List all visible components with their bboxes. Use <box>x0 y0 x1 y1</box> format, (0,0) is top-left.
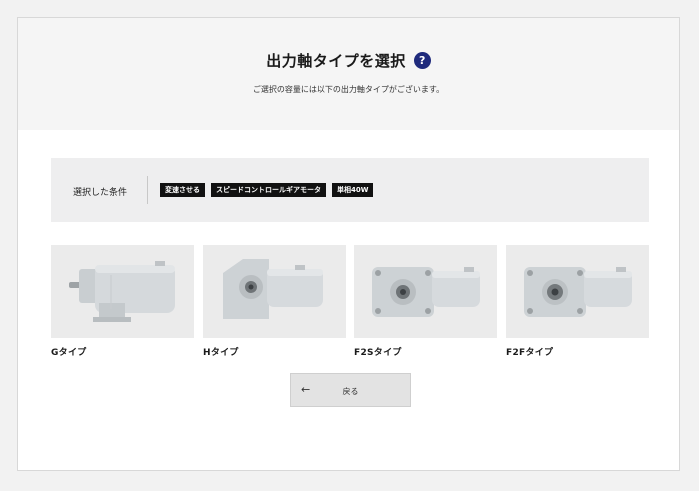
gearmotor-g-type-image <box>51 245 194 338</box>
shaft-type-label: Hタイプ <box>203 348 239 358</box>
shaft-type-card-f2f[interactable]: F2Fタイプ <box>506 245 649 358</box>
gearmotor-f2f-type-image <box>506 245 649 338</box>
conditions-label: 選択した条件 <box>73 188 128 198</box>
title-row: 出力軸タイプを選択 ? <box>18 50 679 71</box>
shaft-type-label: F2Fタイプ <box>506 348 554 358</box>
gearmotor-h-type-image <box>203 245 346 338</box>
modal-panel: 出力軸タイプを選択 ? ご選択の容量には以下の出力軸タイプがございます。 選択し… <box>17 17 680 471</box>
condition-tag: 変速させる <box>160 183 205 197</box>
shaft-type-card-f2s[interactable]: F2Sタイプ <box>354 245 497 358</box>
condition-tag: 単相40W <box>332 183 374 197</box>
shaft-type-card-h[interactable]: Hタイプ <box>203 245 346 358</box>
back-button[interactable]: ← 戻る <box>290 373 411 407</box>
page-subtitle: ご選択の容量には以下の出力軸タイプがございます。 <box>252 85 445 94</box>
help-icon[interactable]: ? <box>413 52 431 69</box>
condition-tags: 変速させる スピードコントロールギアモータ 単相40W <box>160 183 374 197</box>
gearmotor-f2s-type-image <box>354 245 497 338</box>
shaft-type-card-g[interactable]: Gタイプ <box>51 245 194 358</box>
conditions-divider <box>147 176 148 204</box>
modal-header: 出力軸タイプを選択 ? ご選択の容量には以下の出力軸タイプがございます。 <box>18 18 679 130</box>
back-button-label: 戻る <box>342 387 359 396</box>
shaft-type-label: Gタイプ <box>51 348 87 358</box>
page-title: 出力軸タイプを選択 <box>266 52 406 70</box>
selected-conditions: 選択した条件 変速させる スピードコントロールギアモータ 単相40W <box>51 158 649 222</box>
shaft-type-list: Gタイプ Hタイプ F2Sタイプ F2Fタイプ <box>51 245 649 358</box>
condition-tag: スピードコントロールギアモータ <box>211 183 326 197</box>
shaft-type-label: F2Sタイプ <box>354 348 402 358</box>
